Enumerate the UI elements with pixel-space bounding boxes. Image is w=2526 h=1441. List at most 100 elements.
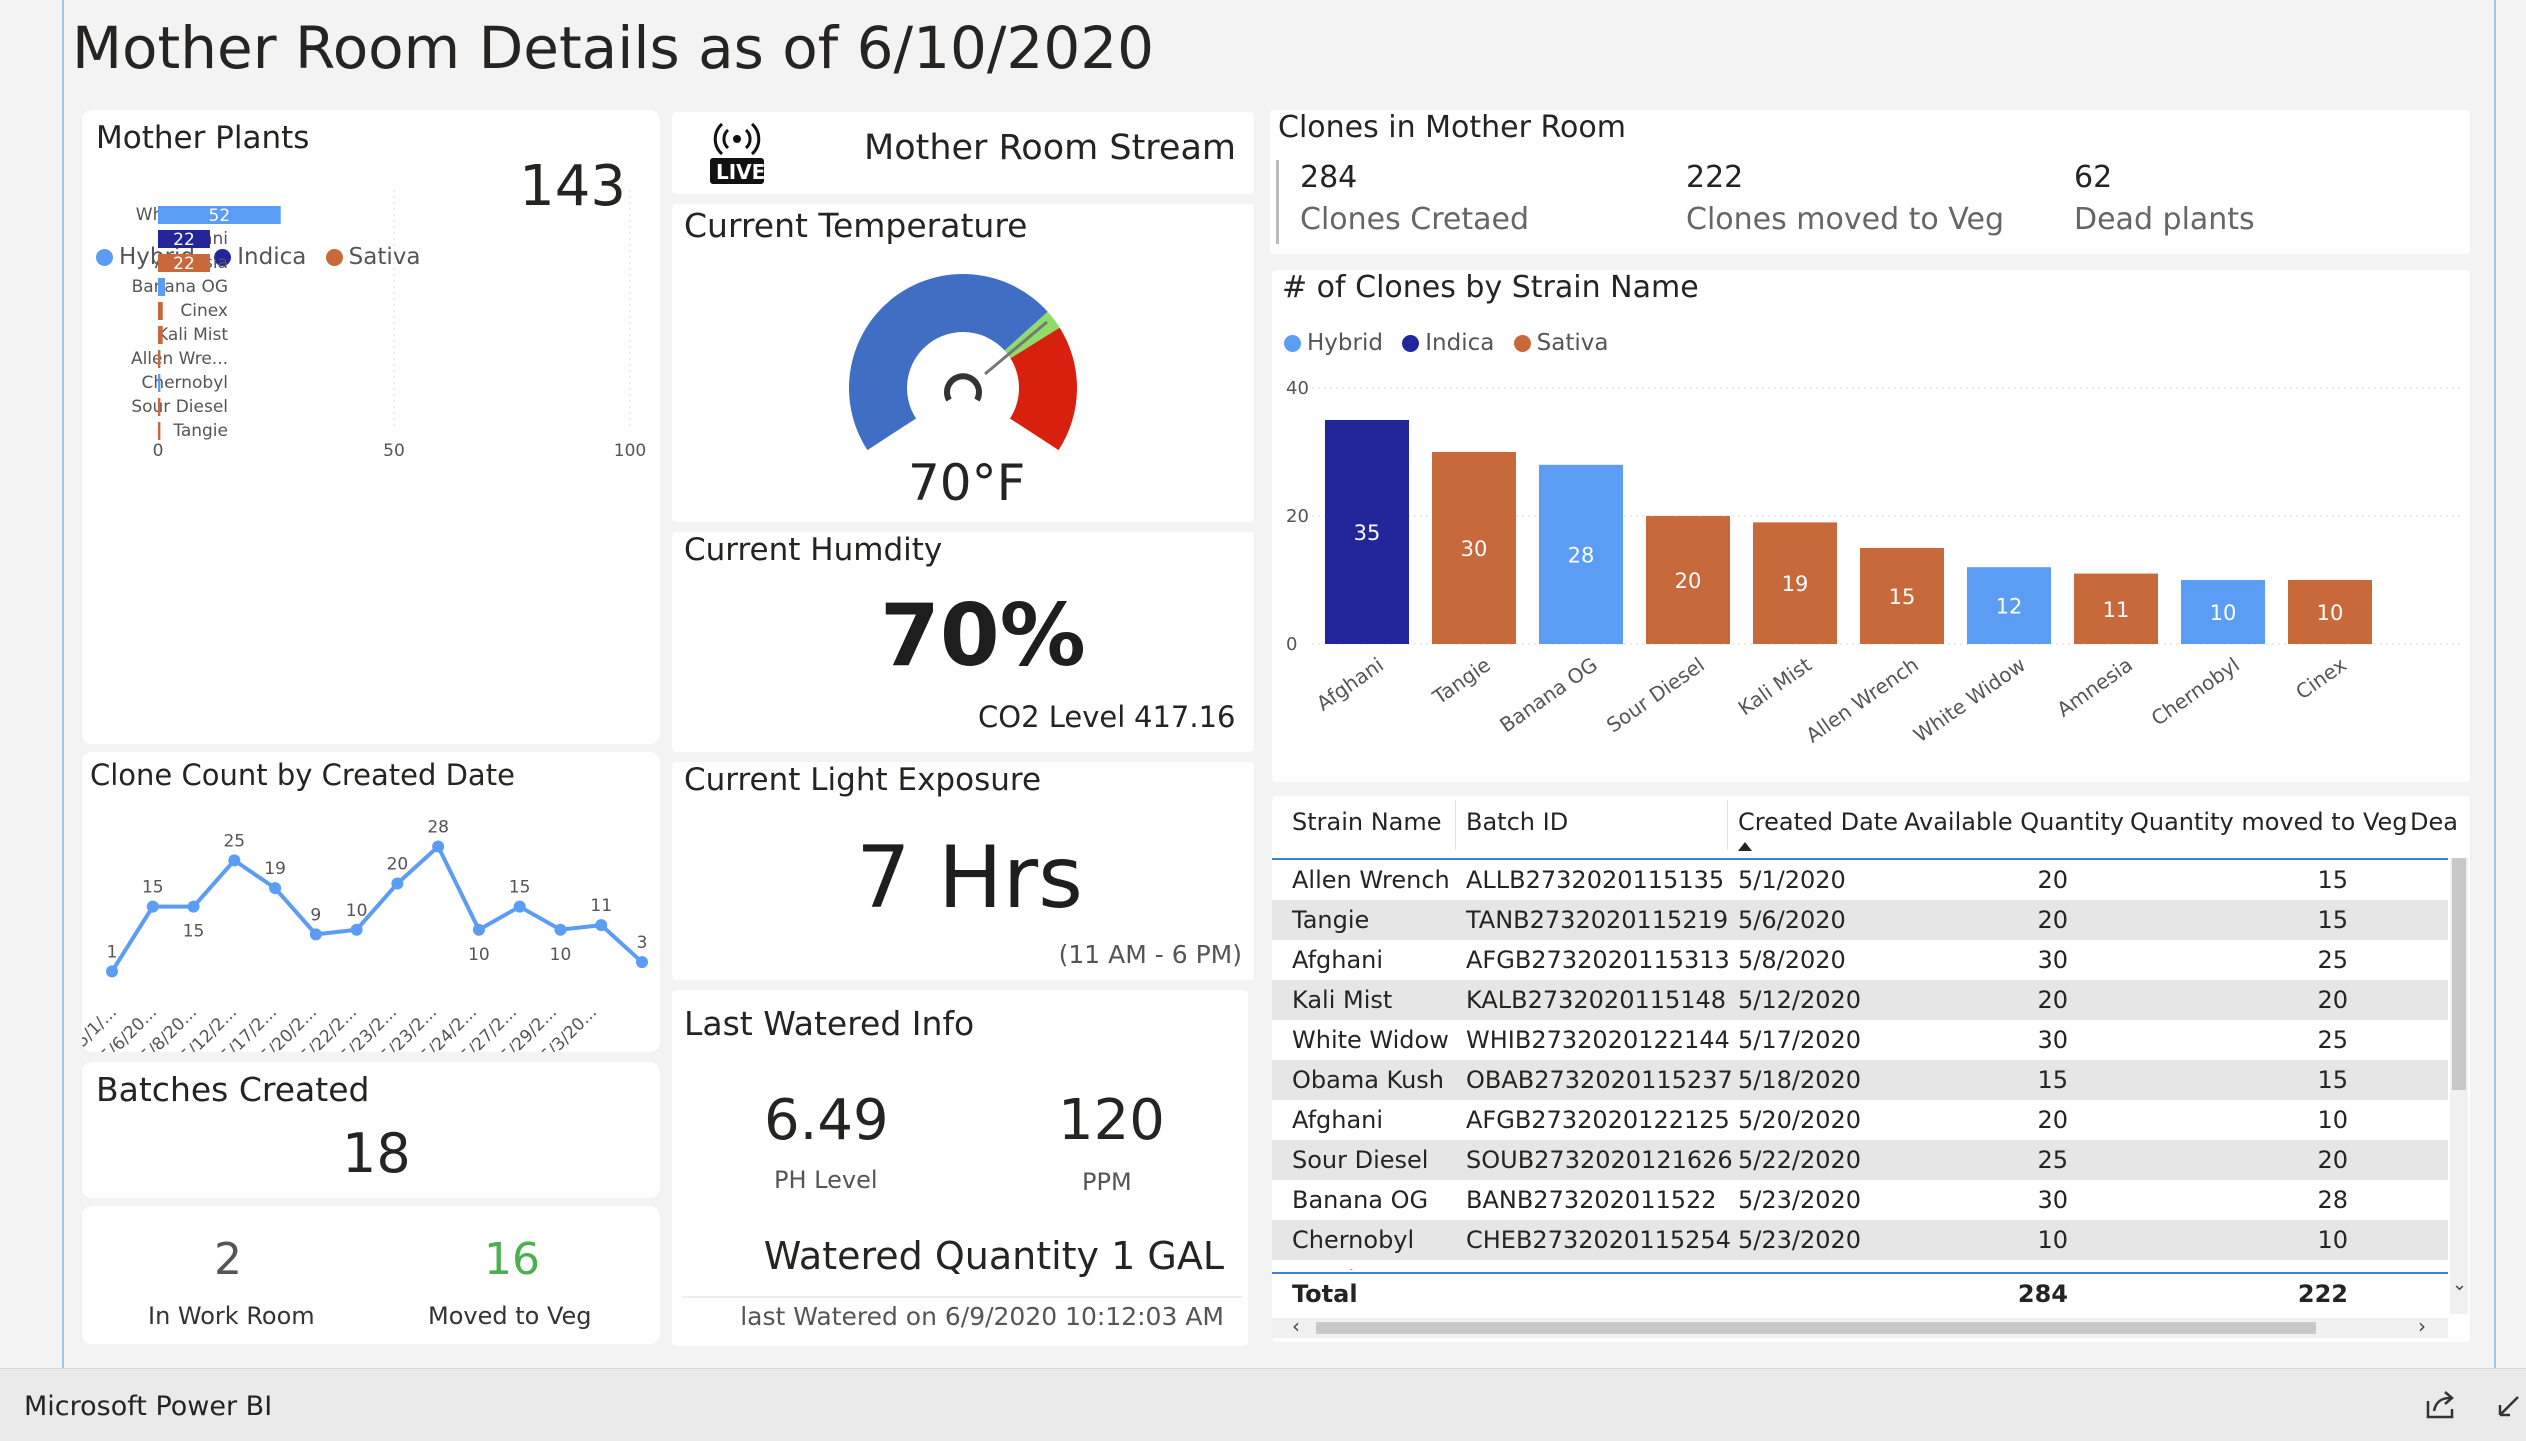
cell-strain: Afghani	[1292, 1106, 1384, 1134]
cell-batch-id: ALLB2732020115135	[1466, 866, 1725, 894]
horizontal-scrollbar[interactable]	[1272, 1318, 2448, 1338]
watered-tile[interactable]: Last Watered Info 6.49 PH Level 120 PPM …	[672, 990, 1248, 1346]
table-row[interactable]: Allen Wrench ALLB2732020115135 5/1/2020 20 1…	[1272, 860, 2448, 900]
page-title: Mother Room Details as of 6/10/2020	[72, 14, 1155, 82]
watered-divider	[682, 1296, 1242, 1298]
mother-plants-bar-chart[interactable]: 050100White Wi...52Afghani22Amnesia22Ban…	[82, 110, 660, 744]
data-point	[472, 923, 485, 936]
data-point	[391, 877, 404, 890]
cell-strain: Allen Wrench	[1292, 866, 1450, 894]
data-point	[636, 956, 648, 969]
data-point	[146, 900, 159, 913]
table-row[interactable]: White Widow WHIB2732020122144 5/17/2020 30 2…	[1272, 1020, 2448, 1060]
clones-by-strain-bar-chart[interactable]: 0 20 40 35 Afghani 30 Tangie 28 Banana OG 20 Sour …	[1272, 270, 2470, 782]
clone-count-line-chart[interactable]: 1151525199 1020281015101135/1/...5/6/20..…	[82, 752, 660, 1052]
scroll-down-icon[interactable]: ⌄	[2452, 1274, 2467, 1295]
sort-ascending-icon[interactable]	[1738, 842, 1752, 851]
table-total-row: Total 284 222	[1272, 1272, 2448, 1316]
light-tile[interactable]: Current Light Exposure 7 Hrs (11 AM - 6 …	[672, 762, 1254, 980]
column-header-created[interactable]: Created Date	[1738, 808, 1898, 836]
x-tick-label: White Widow	[1909, 652, 2030, 747]
cell-available: 25	[2037, 1146, 2068, 1174]
cell-strain: White Widow	[1292, 1026, 1449, 1054]
mother-plants-tile[interactable]: Mother Plants 143 Hybrid Indica Sativa 0…	[82, 110, 660, 744]
x-tick-label: Tangie	[1428, 652, 1495, 709]
column-header-moved[interactable]: Quantity moved to Veg	[2130, 808, 2408, 836]
table-row[interactable]: Tangie TANB2732020122238 5/24/2020 15 15	[1272, 1260, 2448, 1270]
scroll-right-icon[interactable]: ›	[2418, 1314, 2426, 1338]
column-header-strain[interactable]: Strain Name	[1292, 808, 1442, 836]
batches-status-tile[interactable]: 2 In Work Room 16 Moved to Veg	[82, 1206, 660, 1344]
ppm-value: 120	[1058, 1088, 1165, 1153]
x-tick-label: 0	[153, 441, 164, 461]
x-tick-label: Allen Wrench	[1801, 652, 1922, 747]
table-row[interactable]: Obama Kush OBAB2732020115237 5/18/2020 15 15	[1272, 1060, 2448, 1100]
kpi-divider	[1276, 160, 1279, 244]
batches-created-tile[interactable]: Batches Created 18	[82, 1062, 660, 1198]
data-label: 22	[173, 230, 195, 250]
cell-moved: 15	[2317, 1266, 2348, 1270]
data-point	[106, 965, 118, 978]
table-row[interactable]: Tangie TANB2732020115219 5/6/2020 20 15	[1272, 900, 2448, 940]
cell-moved: 20	[2317, 986, 2348, 1014]
table-row[interactable]: Chernobyl CHEB2732020115254 5/23/2020 10 10	[1272, 1220, 2448, 1260]
humidity-tile[interactable]: Current Humdity 70% CO2 Level 417.16	[672, 532, 1254, 752]
temperature-tile[interactable]: Current Temperature 70°F	[672, 204, 1254, 522]
cell-strain: Afghani	[1292, 946, 1384, 974]
stream-title: Mother Room Stream	[864, 128, 1236, 168]
data-label: 10	[2210, 601, 2237, 625]
table-row[interactable]: Sour Diesel SOUB2732020121626 5/22/2020 25 2…	[1272, 1140, 2448, 1180]
clones-created-value: 284	[1300, 160, 1358, 195]
column-header-available[interactable]: Available Quantity	[1904, 808, 2124, 836]
bar	[158, 278, 166, 296]
cell-strain: Chernobyl	[1292, 1226, 1415, 1254]
bar	[158, 350, 161, 368]
vertical-scroll-thumb[interactable]	[2452, 858, 2466, 1090]
light-value: 7 Hrs	[856, 828, 1083, 928]
humidity-value: 70%	[880, 586, 1086, 686]
data-label: 52	[209, 206, 231, 226]
gauge-hub	[944, 373, 982, 402]
data-label: 20	[387, 855, 409, 875]
ph-label: PH Level	[774, 1166, 878, 1194]
clone-count-tile[interactable]: Clone Count by Created Date 1 15 15 25 19 9 10…	[82, 752, 660, 1052]
clones-moved-value: 222	[1686, 160, 1744, 195]
clones-by-strain-tile[interactable]: # of Clones by Strain Name Hybrid Indica…	[1272, 270, 2470, 782]
column-header-dead[interactable]: Dea	[2410, 808, 2458, 836]
cell-batch-id: CHEB2732020115254	[1466, 1226, 1731, 1254]
data-label: 35	[1354, 521, 1381, 545]
data-label: 11	[2103, 598, 2130, 622]
light-range: (11 AM - 6 PM)	[1058, 940, 1242, 969]
y-tick-label: Chernobyl	[141, 373, 228, 393]
ph-value: 6.49	[764, 1088, 889, 1153]
column-header-batch[interactable]: Batch ID	[1466, 808, 1568, 836]
cell-batch-id: BANB273202011522	[1466, 1186, 1717, 1214]
canvas-edge	[62, 0, 64, 1368]
table-row[interactable]: Banana OG BANB273202011522 5/23/2020 30 28	[1272, 1180, 2448, 1220]
table-row[interactable]: Afghani AFGB2732020115313 5/8/2020 30 25	[1272, 940, 2448, 980]
vertical-scrollbar[interactable]	[2450, 858, 2468, 1314]
table-row[interactable]: Kali Mist KALB2732020115148 5/12/2020 20 20	[1272, 980, 2448, 1020]
stream-tile[interactable]: LIVE Mother Room Stream	[672, 112, 1254, 194]
data-label: 11	[590, 896, 612, 916]
x-tick-label: 100	[614, 441, 646, 461]
y-tick-label: Kali Mist	[157, 325, 228, 345]
cell-strain: Obama Kush	[1292, 1066, 1445, 1094]
scroll-left-icon[interactable]: ‹	[1292, 1314, 1300, 1338]
cell-created-date: 5/20/2020	[1738, 1106, 1862, 1134]
table-row[interactable]: Afghani AFGB2732020122125 5/20/2020 20 10	[1272, 1100, 2448, 1140]
data-point	[432, 840, 445, 853]
cell-available: 20	[2037, 906, 2068, 934]
clones-in-room-tile[interactable]: Clones in Mother Room 284 Clones Cretaed…	[1270, 110, 2470, 254]
cell-moved: 25	[2317, 1026, 2348, 1054]
data-label: 30	[1461, 537, 1488, 561]
clones-created-label: Clones Cretaed	[1300, 202, 1529, 237]
share-icon[interactable]	[2424, 1389, 2458, 1421]
batch-table[interactable]: Strain Name Batch ID Created Date Availa…	[1272, 796, 2470, 1342]
expand-icon[interactable]	[2494, 1391, 2524, 1421]
x-tick-label: 50	[383, 441, 405, 461]
bar	[158, 398, 161, 416]
horizontal-scroll-thumb[interactable]	[1316, 1322, 2316, 1334]
data-label: 15	[509, 878, 531, 898]
y-tick-label: 0	[1286, 634, 1297, 655]
